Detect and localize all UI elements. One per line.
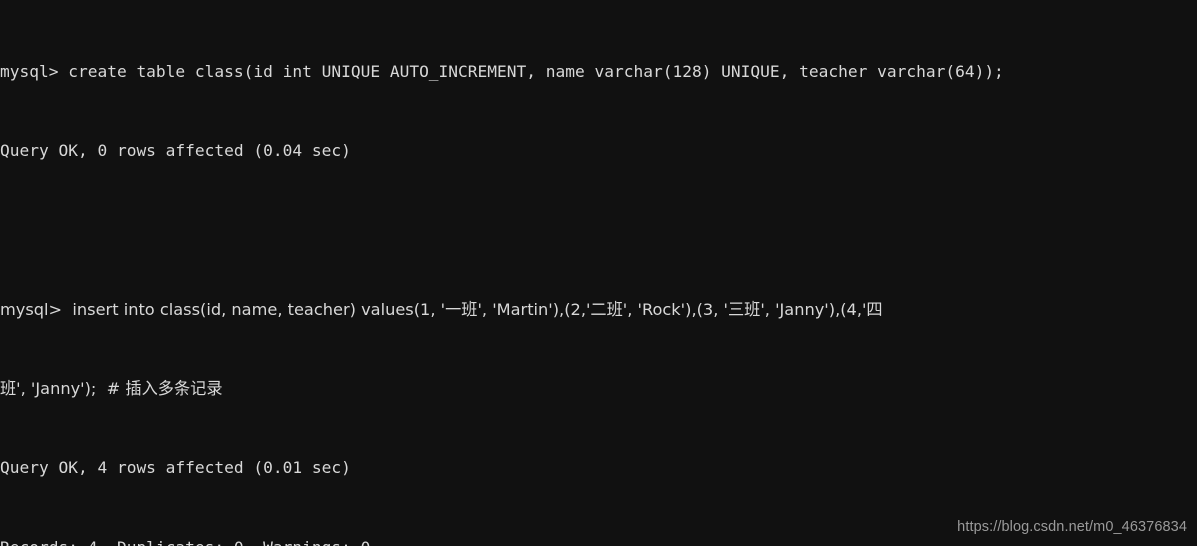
terminal-line-blank-1 bbox=[0, 220, 1197, 240]
terminal-line-insert-summary: Records: 4 Duplicates: 0 Warnings: 0 bbox=[0, 538, 1197, 546]
terminal-line-insert-command-part1: mysql> insert into class(id, name, teach… bbox=[0, 299, 883, 319]
terminal-line-create-table-result: Query OK, 0 rows affected (0.04 sec) bbox=[0, 140, 351, 160]
watermark-url: https://blog.csdn.net/m0_46376834 bbox=[957, 519, 1187, 536]
terminal-output-area[interactable]: mysql> create table class(id int UNIQUE … bbox=[0, 2, 1197, 546]
terminal-line-insert-command-part2: 班', 'Janny'); # 插入多条记录 bbox=[0, 379, 223, 399]
terminal-window[interactable]: mysql> create table class(id int UNIQUE … bbox=[0, 0, 1197, 546]
terminal-line-insert-result: Query OK, 4 rows affected (0.01 sec) bbox=[0, 458, 351, 478]
terminal-line-create-table-command: mysql> create table class(id int UNIQUE … bbox=[0, 61, 1004, 81]
